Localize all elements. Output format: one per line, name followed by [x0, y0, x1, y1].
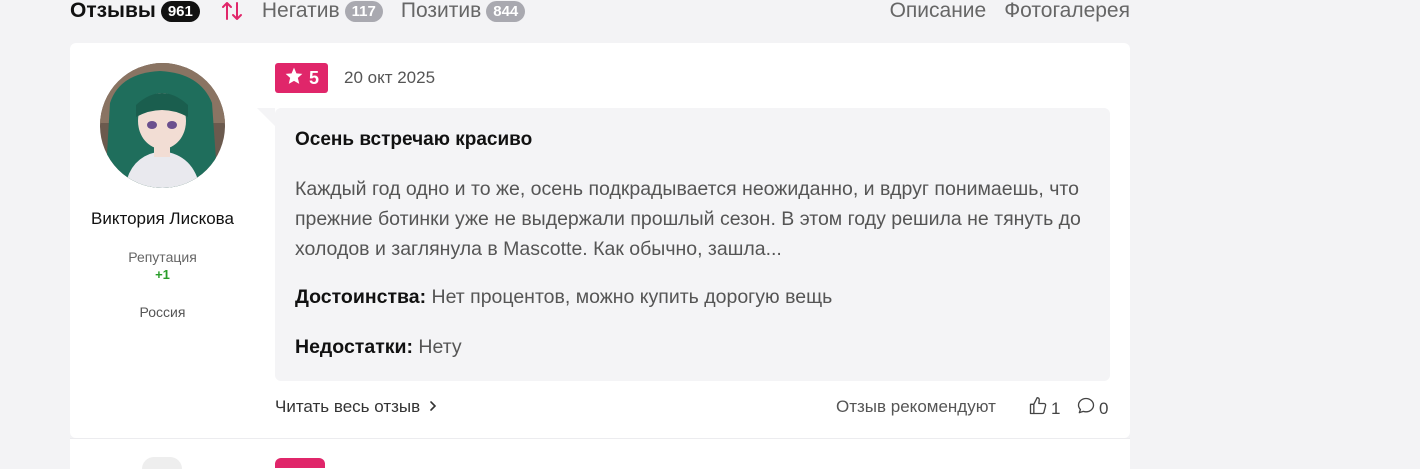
positive-count-badge: 844 [486, 0, 526, 22]
review-content: Осень встречаю красиво Каждый год одно и… [257, 108, 1110, 381]
review-title[interactable]: Осень встречаю красиво [295, 129, 532, 151]
tab-reviews[interactable]: Отзывы 961 [70, 0, 200, 23]
cons-text: Нету [418, 336, 462, 358]
avatar[interactable] [100, 63, 225, 188]
chevron-right-icon [428, 397, 438, 417]
thumbs-up-icon [1028, 396, 1048, 421]
reputation-label: Репутация [128, 249, 197, 265]
author-name[interactable]: Виктория Лискова [70, 208, 255, 229]
read-full-review-link[interactable]: Читать весь отзыв [275, 397, 438, 417]
avatar [142, 457, 182, 469]
tab-positive-label: Позитив [400, 0, 482, 22]
tab-negative[interactable]: Негатив 117 [262, 0, 383, 23]
reputation-value: +1 [155, 267, 170, 282]
rating-value: 5 [308, 67, 319, 88]
review-pros: Достоинства: Нет процентов, можно купить… [295, 286, 832, 309]
cons-label: Недостатки: [295, 336, 413, 358]
tab-negative-label: Негатив [261, 0, 340, 22]
pros-text: Нет процентов, можно купить дорогую вещь [431, 286, 833, 308]
review-tabs: Отзывы 961 Негатив 117 Позитив 844 Описа… [70, 0, 1130, 26]
next-review-card [70, 439, 1130, 469]
recommend-label: Отзыв рекомендуют [836, 397, 996, 416]
rating-badge: 5 [275, 63, 328, 93]
star-icon [284, 66, 304, 91]
review-text: Каждый год одно и то же, осень подкрадыв… [295, 178, 1081, 260]
comment-icon [1076, 396, 1096, 421]
likes-count: 1 [1051, 398, 1061, 418]
sort-icon[interactable] [220, 0, 244, 23]
review-card: Виктория Лискова Репутация +1 Россия 5 2… [70, 43, 1130, 438]
tab-description[interactable]: Описание [890, 0, 987, 23]
review-cons: Недостатки: Нету [295, 336, 462, 359]
negative-count-badge: 117 [344, 0, 383, 22]
tab-positive[interactable]: Позитив 844 [400, 0, 526, 23]
read-more-label: Читать весь отзыв [275, 397, 421, 416]
comments-count: 0 [1099, 398, 1109, 418]
pros-label: Достоинства: [295, 286, 427, 308]
review-date: 20 окт 2025 [344, 68, 436, 87]
author-country: Россия [139, 304, 186, 320]
comments-button[interactable]: 0 [1076, 396, 1108, 421]
author-block: Виктория Лискова Репутация +1 Россия [70, 63, 255, 320]
tab-gallery[interactable]: Фотогалерея [1004, 0, 1130, 23]
reviews-count-badge: 961 [160, 0, 200, 22]
like-button[interactable]: 1 [1028, 396, 1060, 421]
tab-reviews-label: Отзывы [70, 0, 156, 22]
